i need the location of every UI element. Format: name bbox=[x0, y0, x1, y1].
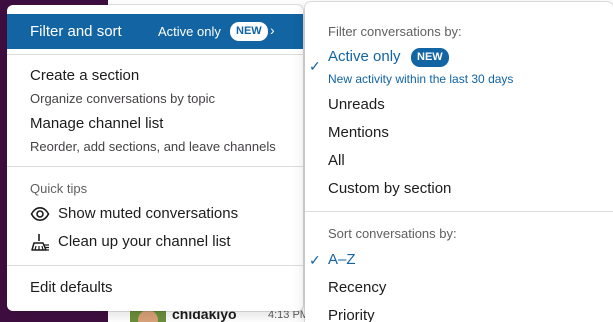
sort-option-a-z[interactable]: A–Z bbox=[328, 251, 356, 268]
clean-up-channel-list-item[interactable]: Clean up your channel list bbox=[30, 232, 290, 252]
menu-divider bbox=[7, 265, 303, 266]
show-muted-conversations-label: Show muted conversations bbox=[58, 205, 239, 222]
filter-option-unreads[interactable]: Unreads bbox=[328, 96, 385, 113]
channel-list-options-menu: Filter and sort Active only NEW › Create… bbox=[7, 5, 303, 311]
submenu-divider bbox=[305, 211, 613, 212]
manage-channel-list-description: Reorder, add sections, and leave channel… bbox=[30, 139, 276, 154]
filter-option-custom-by-section[interactable]: Custom by section bbox=[328, 180, 451, 197]
filter-and-sort-label: Filter and sort bbox=[30, 23, 122, 40]
filter-sort-submenu: Filter conversations by: ✓ Active only N… bbox=[305, 2, 613, 322]
filter-option-active-only[interactable]: Active only bbox=[328, 48, 401, 65]
sort-option-recency[interactable]: Recency bbox=[328, 279, 386, 296]
checkmark-icon: ✓ bbox=[309, 252, 321, 268]
create-section-description: Organize conversations by topic bbox=[30, 91, 215, 106]
sort-option-priority[interactable]: Priority bbox=[328, 307, 375, 322]
filter-option-all[interactable]: All bbox=[328, 152, 345, 169]
active-only-description: New activity within the last 30 days bbox=[328, 72, 514, 86]
edit-defaults-item[interactable]: Edit defaults bbox=[30, 279, 113, 296]
chevron-right-icon: › bbox=[270, 22, 275, 38]
broom-icon bbox=[31, 234, 49, 251]
clean-up-channel-list-label: Clean up your channel list bbox=[58, 233, 231, 250]
menu-divider bbox=[7, 54, 303, 55]
filter-option-mentions[interactable]: Mentions bbox=[328, 124, 389, 141]
filter-and-sort-item[interactable]: Filter and sort Active only NEW › bbox=[7, 14, 303, 49]
sort-heading: Sort conversations by: bbox=[328, 226, 457, 241]
eye-icon bbox=[30, 206, 50, 222]
quick-tips-heading: Quick tips bbox=[30, 181, 88, 196]
create-section-item[interactable]: Create a section bbox=[30, 67, 139, 84]
menu-divider bbox=[7, 166, 303, 167]
checkmark-icon: ✓ bbox=[309, 58, 321, 74]
filter-current-value: Active only bbox=[158, 24, 221, 39]
filter-heading: Filter conversations by: bbox=[328, 24, 462, 39]
new-badge: NEW bbox=[230, 22, 268, 41]
avatar-face bbox=[138, 310, 158, 322]
show-muted-conversations-item[interactable]: Show muted conversations bbox=[30, 204, 290, 224]
manage-channel-list-item[interactable]: Manage channel list bbox=[30, 115, 163, 132]
new-badge: NEW bbox=[411, 48, 449, 67]
